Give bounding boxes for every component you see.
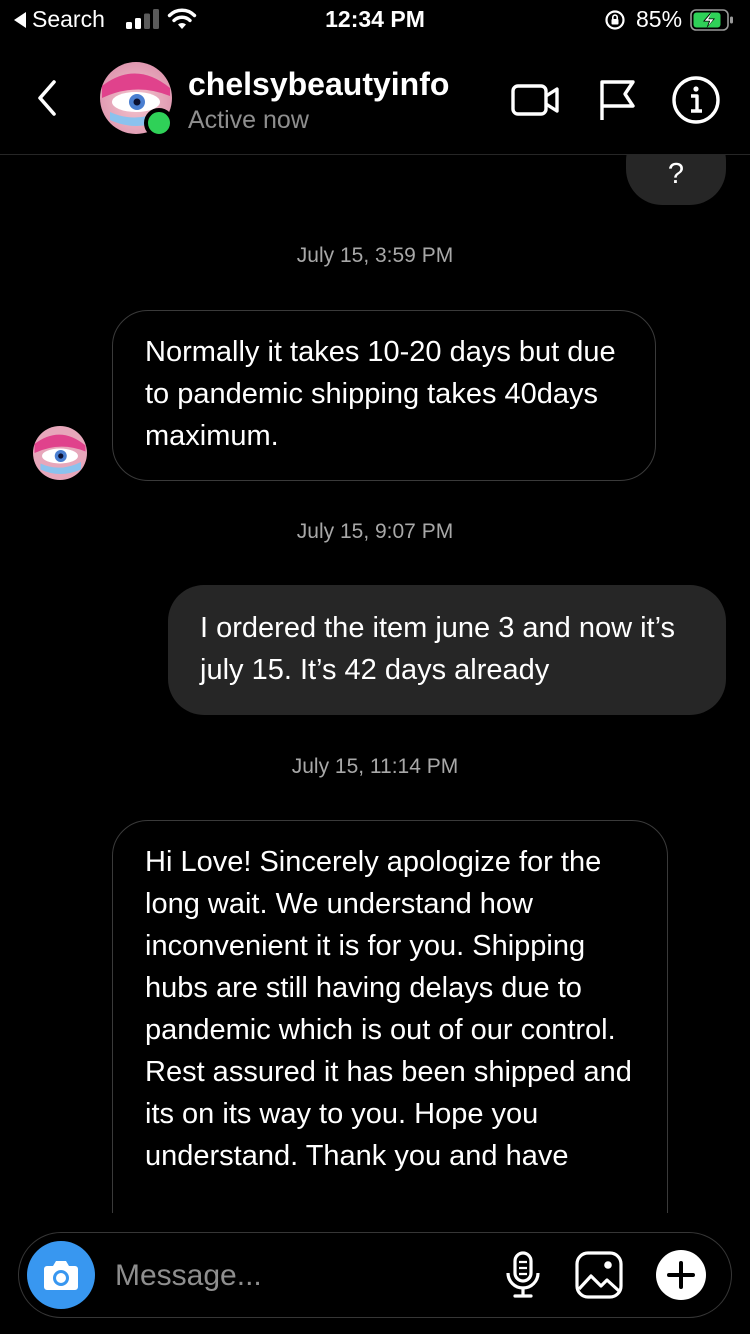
message-composer	[18, 1232, 732, 1318]
battery-percentage: 85%	[636, 6, 683, 32]
incoming-message[interactable]: Hi Love! Sincerely apologize for the lon…	[112, 820, 668, 1213]
status-bar: Search 12:34 PM 85%	[0, 0, 750, 44]
camera-button[interactable]	[27, 1241, 95, 1309]
online-status-dot	[144, 108, 174, 138]
incoming-message[interactable]: Normally it takes 10-20 days but due to …	[112, 310, 656, 481]
video-call-icon[interactable]	[510, 74, 562, 126]
message-text: I ordered the item june 3 and now it’s j…	[200, 612, 676, 686]
message-text: Normally it takes 10-20 days but due to …	[145, 336, 616, 452]
message-input[interactable]	[113, 1251, 477, 1301]
flag-icon[interactable]	[592, 74, 644, 126]
microphone-icon[interactable]	[497, 1249, 549, 1301]
info-icon[interactable]	[670, 74, 722, 126]
message-timestamp: July 15, 9:07 PM	[296, 520, 454, 543]
sender-avatar[interactable]	[33, 426, 87, 480]
chat-header: chelsybeautyinfo Active now	[0, 44, 750, 155]
message-timestamp: July 15, 11:14 PM	[291, 755, 459, 778]
outgoing-message[interactable]: I ordered the item june 3 and now it’s j…	[168, 585, 726, 715]
rotation-lock-icon	[605, 10, 625, 30]
outgoing-message[interactable]: ?	[626, 155, 726, 205]
message-timestamp: July 15, 3:59 PM	[296, 244, 454, 267]
contact-username[interactable]: chelsybeautyinfo	[188, 66, 449, 103]
plus-icon[interactable]	[653, 1247, 709, 1303]
active-status: Active now	[188, 106, 309, 134]
message-text: Hi Love! Sincerely apologize for the lon…	[145, 846, 632, 1172]
camera-icon	[44, 1261, 78, 1290]
battery-charging-icon	[690, 9, 733, 31]
back-chevron-icon[interactable]	[32, 78, 62, 118]
message-thread[interactable]: ? July 15, 3:59 PM Normally it takes 10-…	[0, 155, 750, 1213]
message-text: ?	[667, 158, 685, 190]
gallery-icon[interactable]	[573, 1249, 625, 1301]
